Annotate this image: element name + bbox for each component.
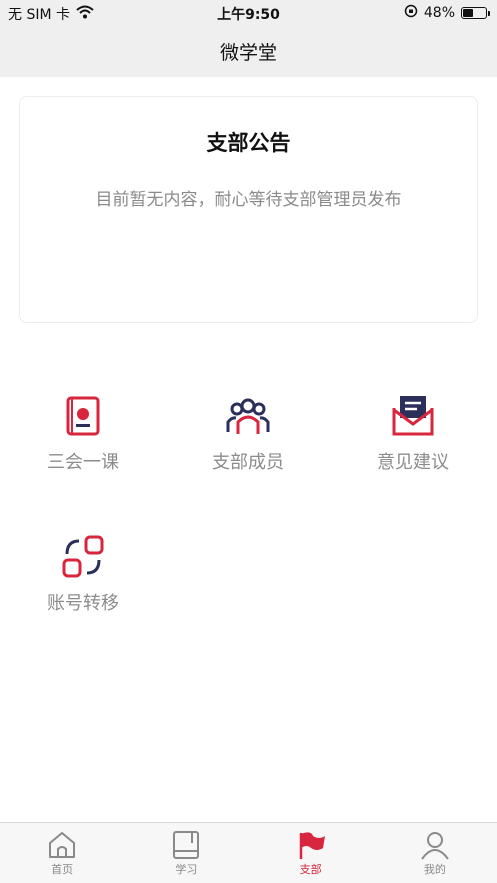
func-account-transfer[interactable]: 账号转移 [13, 533, 153, 633]
party-book-icon [66, 396, 100, 436]
mail-icon [392, 396, 434, 436]
tab-label: 学习 [175, 863, 198, 876]
notice-empty-text: 目前暂无内容，耐心等待支部管理员发布 [95, 190, 402, 210]
battery-icon [461, 7, 490, 19]
account-transfer-icon [62, 535, 104, 578]
tab-label: 支部 [299, 863, 322, 876]
tab-label: 首页 [51, 863, 74, 876]
book-icon [173, 831, 200, 859]
battery-level [463, 9, 474, 17]
status-right: 48% [404, 4, 490, 22]
tab-home[interactable]: 首页 [0, 823, 124, 883]
rotation-lock-icon [404, 4, 418, 22]
func-label: 支部成员 [212, 452, 284, 473]
notice-title: 支部公告 [206, 131, 291, 155]
func-label: 账号转移 [47, 593, 119, 614]
func-label: 三会一课 [47, 452, 119, 473]
tab-bar: 首页 学习 支部 我的 [0, 822, 497, 883]
func-suggestions[interactable]: 意见建议 [343, 392, 483, 492]
members-icon [226, 398, 270, 434]
func-label: 意见建议 [377, 452, 449, 473]
status-bar: 无 SIM 卡 上午9:50 48% [0, 0, 497, 26]
home-icon [49, 832, 76, 858]
user-icon [421, 832, 449, 860]
nav-bar: 微学堂 [0, 26, 497, 77]
tab-branch[interactable]: 支部 [249, 823, 373, 883]
tab-study[interactable]: 学习 [124, 823, 248, 883]
notice-card: 支部公告 目前暂无内容，耐心等待支部管理员发布 [19, 96, 478, 323]
func-branch-members[interactable]: 支部成员 [178, 392, 318, 492]
tab-label: 我的 [423, 863, 446, 876]
battery-percent: 48% [423, 5, 455, 21]
flag-icon [299, 832, 325, 859]
func-three-meetings[interactable]: 三会一课 [13, 392, 153, 492]
tab-mine[interactable]: 我的 [373, 823, 497, 883]
page-title: 微学堂 [219, 42, 277, 64]
